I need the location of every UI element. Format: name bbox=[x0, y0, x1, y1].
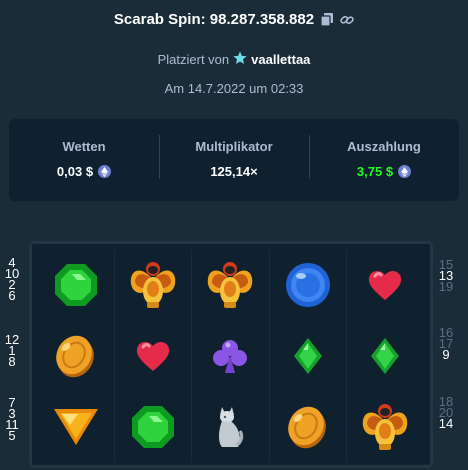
payline-group-left-3: 7 3 11 5 bbox=[2, 396, 22, 442]
green-gem-icon bbox=[130, 404, 176, 450]
eth-coin-icon bbox=[98, 165, 112, 178]
payline-number: 8 bbox=[8, 354, 16, 369]
heart-icon bbox=[135, 339, 171, 373]
reel-cell bbox=[115, 250, 193, 321]
club-icon bbox=[211, 337, 249, 375]
reel-cell bbox=[192, 391, 270, 462]
payline-number: 19 bbox=[438, 279, 454, 294]
payline-group-right-2: 16 17 9 bbox=[436, 326, 456, 361]
payout-stat: Auszahlung 3,75 $ bbox=[309, 135, 459, 181]
payline-number: 6 bbox=[8, 288, 16, 303]
reel-cell bbox=[38, 250, 116, 321]
reel-cell bbox=[347, 391, 424, 462]
scarab-icon bbox=[127, 258, 179, 312]
gold-coin-icon bbox=[285, 403, 331, 451]
heart-icon bbox=[367, 268, 403, 302]
reel-cell bbox=[115, 320, 193, 392]
payline-group-right-3: 18 20 14 bbox=[436, 395, 456, 431]
bet-title-row: Scarab Spin: 98.287.358.882 bbox=[0, 11, 468, 28]
bet-date: Am 14.7.2022 um 02:33 bbox=[164, 81, 304, 96]
eth-coin-icon bbox=[398, 165, 412, 178]
link-icon[interactable] bbox=[340, 13, 354, 27]
multiplier-value: 125,14× bbox=[210, 164, 258, 179]
reel-cell bbox=[347, 250, 424, 321]
bet-stats-panel: Wetten 0,03 $ Multiplikator 125,14× Ausz… bbox=[9, 119, 459, 201]
slot-reels-board bbox=[29, 241, 433, 468]
payline-number: 14 bbox=[438, 416, 454, 431]
payline-group-left-2: 12 1 8 bbox=[2, 333, 22, 369]
payout-value: 3,75 $ bbox=[356, 164, 394, 179]
reel-cell bbox=[270, 391, 347, 462]
reel-cell bbox=[115, 391, 193, 462]
bet-value: 0,03 $ bbox=[56, 164, 94, 179]
bet-stat: Wetten 0,03 $ bbox=[9, 139, 159, 181]
bet-label: Wetten bbox=[62, 139, 106, 154]
payout-value-row: 3,75 $ bbox=[356, 164, 412, 179]
placed-by-row: Platziert von vaallettaa bbox=[0, 51, 468, 68]
placed-by-label: Platziert von bbox=[157, 52, 230, 67]
reel-cell bbox=[38, 320, 116, 392]
reel-cell bbox=[192, 250, 270, 321]
reel-cell bbox=[192, 320, 270, 392]
reel-cell bbox=[270, 250, 347, 321]
blue-orb-icon bbox=[284, 261, 332, 309]
reel-cell bbox=[270, 320, 347, 392]
vip-star-icon bbox=[233, 51, 247, 68]
gold-coin-icon bbox=[53, 332, 99, 380]
scarab-icon bbox=[359, 400, 411, 454]
triangle-gem-icon bbox=[52, 407, 100, 447]
reel-grid bbox=[38, 250, 424, 462]
green-diamond-icon bbox=[293, 337, 323, 375]
bet-value-row: 0,03 $ bbox=[56, 164, 112, 179]
copy-icon[interactable] bbox=[320, 13, 334, 27]
reel-cell bbox=[38, 391, 116, 462]
bet-title: Scarab Spin: 98.287.358.882 bbox=[113, 11, 315, 28]
payline-group-right-1: 15 13 19 bbox=[436, 258, 456, 294]
payout-label: Auszahlung bbox=[347, 139, 421, 154]
payline-group-left-1: 4 10 2 6 bbox=[2, 256, 22, 303]
green-diamond-icon bbox=[370, 337, 400, 375]
username-link[interactable]: vaallettaa bbox=[251, 52, 310, 67]
multiplier-label: Multiplikator bbox=[195, 139, 273, 154]
cat-statue-icon bbox=[216, 405, 244, 449]
multiplier-stat: Multiplikator 125,14× bbox=[159, 135, 309, 181]
reel-cell bbox=[347, 321, 424, 392]
scarab-icon bbox=[204, 258, 256, 312]
green-gem-icon bbox=[53, 262, 99, 308]
